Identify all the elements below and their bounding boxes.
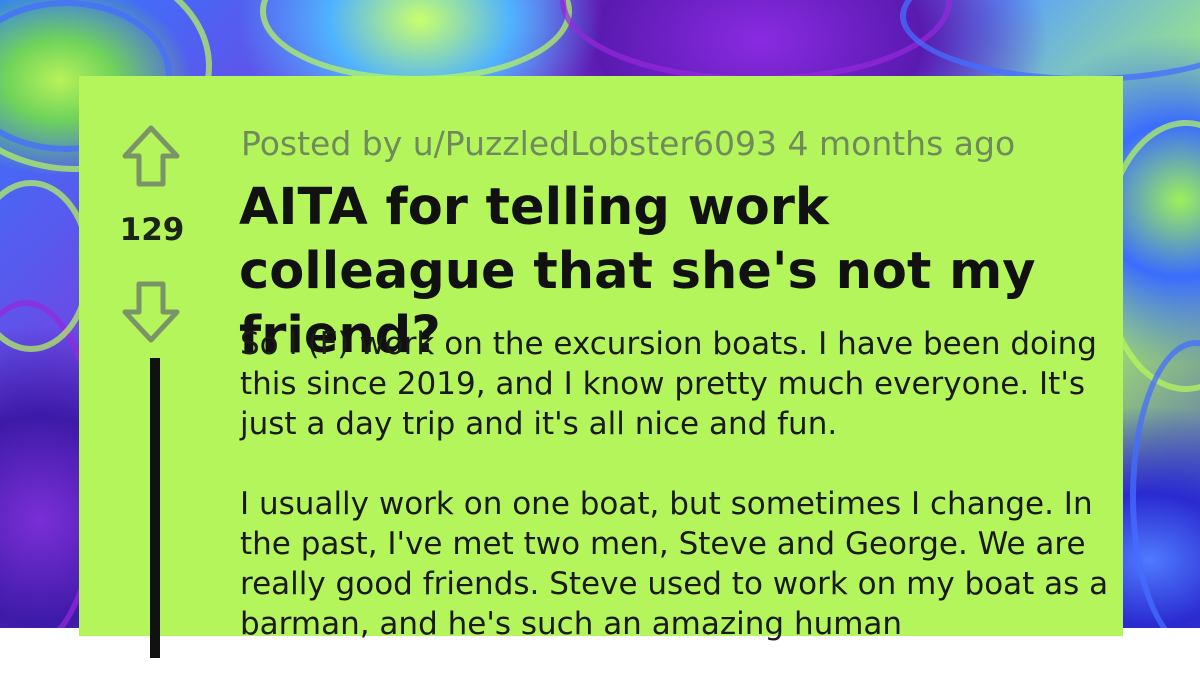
post-meta: Posted by u/PuzzledLobster6093 4 months … bbox=[241, 124, 1016, 163]
vote-score: 129 bbox=[119, 212, 185, 248]
post-paragraph: So I (F) work on the excursion boats. I … bbox=[240, 326, 1097, 442]
reddit-post-card: 129 Posted by u/PuzzledLobster6093 4 mon… bbox=[79, 76, 1123, 658]
arrow-down-icon[interactable] bbox=[121, 280, 181, 344]
arrow-up-icon[interactable] bbox=[121, 124, 181, 188]
thread-line bbox=[150, 358, 160, 658]
post-body: So I (F) work on the excursion boats. I … bbox=[240, 324, 1110, 684]
post-paragraph: I usually work on one boat, but sometime… bbox=[240, 486, 1109, 642]
vote-column: 129 bbox=[79, 76, 225, 658]
